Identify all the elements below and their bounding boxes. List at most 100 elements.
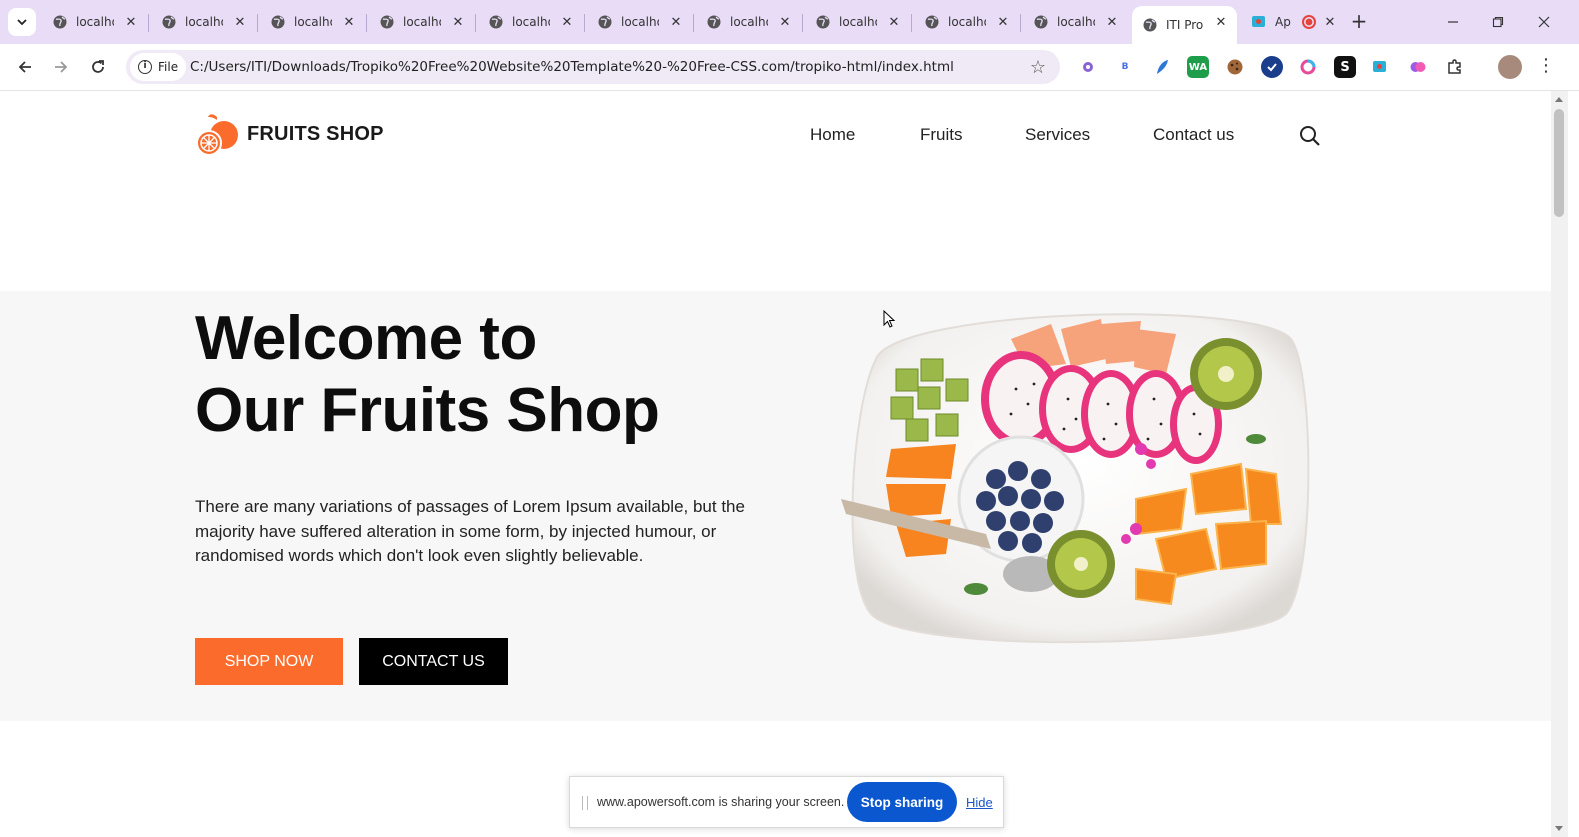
tab-close-icon[interactable]: ✕	[232, 14, 248, 30]
extension-feather-icon[interactable]	[1151, 56, 1173, 78]
orange-logo-icon	[196, 114, 238, 156]
tab-close-icon[interactable]: ✕	[1213, 14, 1229, 30]
globe-icon	[162, 15, 176, 29]
reload-icon	[92, 60, 104, 73]
scroll-up-arrow-icon[interactable]	[1555, 97, 1563, 102]
browser-tab[interactable]: Ap ✕	[1241, 6, 1346, 38]
tab-title: localhost	[621, 15, 659, 29]
hero-title-line-2: Our Fruits Shop	[195, 376, 660, 445]
tab-separator	[1020, 14, 1021, 32]
restore-button[interactable]	[1486, 10, 1510, 34]
forward-button[interactable]	[48, 54, 74, 80]
extension-ring-icon[interactable]	[1297, 56, 1319, 78]
extensions-puzzle-icon[interactable]	[1444, 56, 1466, 78]
extension-s-icon[interactable]: S	[1334, 56, 1356, 78]
tab-close-icon[interactable]: ✕	[341, 14, 357, 30]
browser-tab[interactable]: localhost ✕	[805, 6, 910, 38]
browser-menu-icon[interactable]: ⋮	[1536, 54, 1556, 80]
arrow-left-icon	[18, 61, 31, 73]
tab-close-icon[interactable]: ✕	[995, 14, 1011, 30]
address-bar[interactable]: i File C:/Users/ITI/Downloads/Tropiko%20…	[126, 50, 1060, 84]
nav-home[interactable]: Home	[810, 125, 855, 145]
minimize-icon	[1448, 21, 1458, 23]
tab-close-icon[interactable]: ✕	[777, 14, 793, 30]
tab-close-icon[interactable]: ✕	[1322, 14, 1338, 30]
browser-tab[interactable]: localhost ✕	[42, 6, 147, 38]
extension-gear-icon[interactable]	[1077, 56, 1099, 78]
tab-close-icon[interactable]: ✕	[559, 14, 575, 30]
nav-fruits[interactable]: Fruits	[920, 125, 963, 145]
tab-title: localhost	[76, 15, 114, 29]
tab-title: localhost	[730, 15, 768, 29]
tab-separator	[584, 14, 585, 32]
tab-title: localhost	[403, 15, 441, 29]
browser-tab[interactable]: localhost ✕	[1023, 6, 1128, 38]
mouse-cursor-icon	[883, 310, 895, 328]
tab-separator	[802, 14, 803, 32]
tab-search-button[interactable]	[8, 8, 36, 36]
globe-icon	[1034, 15, 1048, 29]
reload-button[interactable]	[85, 54, 111, 80]
search-button[interactable]	[1298, 124, 1322, 148]
search-icon	[1300, 126, 1320, 146]
nav-services[interactable]: Services	[1025, 125, 1090, 145]
browser-tab[interactable]: localhost ✕	[478, 6, 583, 38]
recording-indicator-icon	[1302, 15, 1316, 29]
tab-separator	[475, 14, 476, 32]
browser-toolbar: i File C:/Users/ITI/Downloads/Tropiko%20…	[0, 44, 1579, 91]
hide-link[interactable]: Hide	[966, 795, 993, 810]
url-text[interactable]: C:/Users/ITI/Downloads/Tropiko%20Free%20…	[190, 59, 954, 75]
tab-close-icon[interactable]: ✕	[450, 14, 466, 30]
tab-separator	[693, 14, 694, 32]
browser-tab[interactable]: localhost ✕	[260, 6, 365, 38]
tab-close-icon[interactable]: ✕	[123, 14, 139, 30]
tab-separator	[911, 14, 912, 32]
extension-brain-icon[interactable]	[1407, 56, 1429, 78]
scroll-thumb[interactable]	[1554, 109, 1564, 217]
contact-us-button[interactable]: CONTACT US	[359, 638, 508, 685]
tab-title: localhost	[948, 15, 986, 29]
page-scrollbar[interactable]	[1551, 91, 1568, 837]
extension-cookie-icon[interactable]	[1224, 56, 1246, 78]
restore-icon	[1492, 16, 1504, 28]
globe-icon	[489, 15, 503, 29]
shop-now-button[interactable]: SHOP NOW	[195, 638, 343, 685]
tab-close-icon[interactable]: ✕	[886, 14, 902, 30]
extension-b-icon[interactable]: B	[1114, 56, 1136, 78]
browser-tab[interactable]: localhost ✕	[914, 6, 1019, 38]
tab-title: localhost	[512, 15, 550, 29]
bookmark-star-icon[interactable]: ☆	[1030, 57, 1046, 78]
profile-avatar[interactable]	[1498, 55, 1522, 79]
share-message: www.apowersoft.com is sharing your scree…	[597, 795, 845, 809]
screen-share-bar: www.apowersoft.com is sharing your scree…	[569, 776, 1004, 828]
extension-check-icon[interactable]	[1261, 56, 1283, 78]
new-tab-button[interactable]: +	[1348, 11, 1370, 33]
page-viewport: FRUITS SHOP Home Fruits Services Contact…	[0, 91, 1551, 837]
back-button[interactable]	[12, 54, 38, 80]
minimize-button[interactable]	[1441, 10, 1465, 34]
browser-tab[interactable]: ITI Pro ✕	[1132, 6, 1237, 44]
close-icon	[1538, 16, 1550, 28]
nav-contact-us[interactable]: Contact us	[1153, 125, 1234, 145]
close-window-button[interactable]	[1532, 10, 1556, 34]
extension-screen-recorder-icon[interactable]	[1370, 56, 1392, 78]
browser-tab[interactable]: localhost ✕	[587, 6, 692, 38]
scroll-down-arrow-icon[interactable]	[1555, 826, 1563, 831]
browser-tab[interactable]: localhost ✕	[151, 6, 256, 38]
site-info-chip[interactable]: i File	[130, 53, 186, 81]
tab-close-icon[interactable]: ✕	[1104, 14, 1120, 30]
browser-tab[interactable]: localhost ✕	[369, 6, 474, 38]
extension-wa-icon[interactable]: WA	[1187, 56, 1209, 78]
stop-sharing-button[interactable]: Stop sharing	[847, 782, 957, 822]
arrow-right-icon	[55, 61, 68, 73]
browser-tab[interactable]: localhost ✕	[696, 6, 801, 38]
site-logo[interactable]: FRUITS SHOP	[195, 111, 384, 157]
hero-description: There are many variations of passages of…	[195, 497, 745, 565]
app-favicon-icon	[1252, 16, 1265, 27]
globe-icon	[707, 15, 721, 29]
hero-title-line-1: Welcome to	[195, 304, 537, 373]
drag-handle-icon[interactable]	[582, 796, 588, 810]
globe-icon	[925, 15, 939, 29]
tab-close-icon[interactable]: ✕	[668, 14, 684, 30]
tab-title: ITI Pro	[1166, 18, 1204, 32]
